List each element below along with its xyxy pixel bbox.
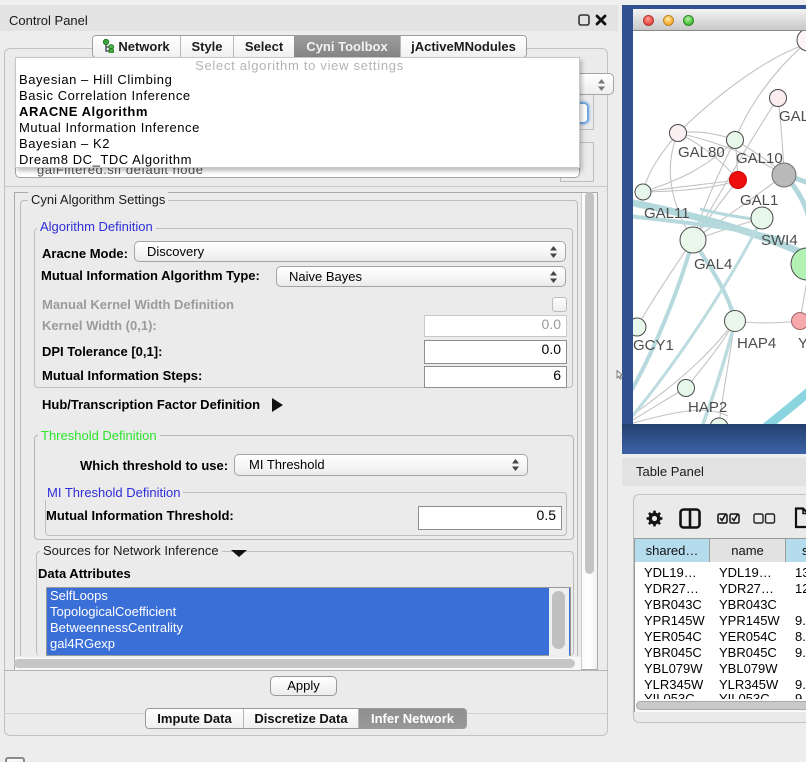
svg-text:Y: Y xyxy=(798,335,806,352)
svg-text:GAL1: GAL1 xyxy=(740,192,778,209)
svg-text:GAL10: GAL10 xyxy=(736,150,783,167)
svg-text:SWI4: SWI4 xyxy=(761,232,798,249)
svg-text:HAP4: HAP4 xyxy=(737,335,776,352)
svg-text:HAP2: HAP2 xyxy=(688,399,727,416)
svg-text:GAL11: GAL11 xyxy=(644,205,690,222)
svg-text:GCY1: GCY1 xyxy=(633,337,674,354)
svg-text:GAL7: GAL7 xyxy=(779,108,806,125)
svg-text:GAL4: GAL4 xyxy=(694,256,732,273)
svg-text:GAL80: GAL80 xyxy=(678,144,725,161)
